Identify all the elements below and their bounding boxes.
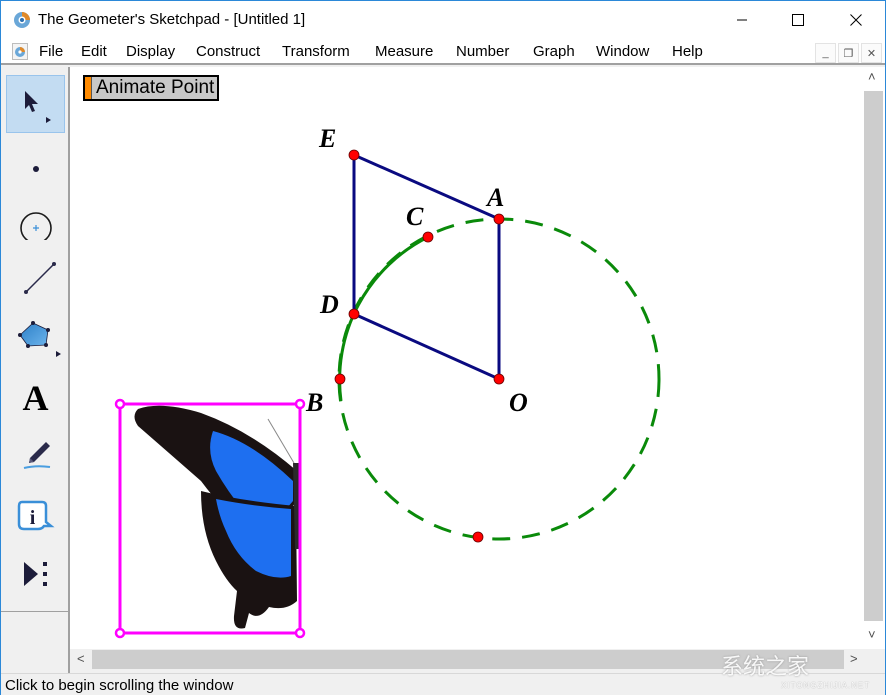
straightedge-tool[interactable] [6, 251, 65, 309]
label-A[interactable]: A [485, 183, 504, 212]
document-minimize-button[interactable]: _ [815, 43, 836, 63]
menu-number[interactable]: Number [456, 43, 509, 60]
menu-help[interactable]: Help [672, 43, 703, 60]
point-A[interactable] [493, 213, 505, 225]
sketch-canvas[interactable]: Animate Point E A C D B O [70, 67, 863, 649]
document-close-icon: ✕ [866, 47, 877, 60]
app-window: The Geometer's Sketchpad - [Untitled 1] … [0, 0, 886, 695]
information-tool[interactable]: i [6, 487, 65, 545]
document-restore-button[interactable]: ❐ [838, 43, 859, 63]
marker-tool[interactable] [6, 427, 65, 485]
scroll-up-icon[interactable]: ˄ [868, 69, 876, 84]
point-E[interactable] [348, 149, 360, 161]
geometry-drawing: E A C D B O [114, 124, 661, 639]
frame-corner-br[interactable] [294, 627, 306, 639]
maximize-button[interactable] [769, 1, 827, 39]
document-close-button[interactable]: ✕ [861, 43, 882, 63]
close-icon [850, 14, 862, 26]
document-minimize-icon: _ [822, 47, 829, 59]
segment-icon [23, 262, 56, 294]
menu-window[interactable]: Window [596, 43, 649, 60]
menu-bar: File Edit Display Construct Transform Me… [1, 39, 885, 65]
text-icon: A [22, 378, 49, 418]
point-C[interactable] [422, 231, 434, 243]
point-icon [32, 166, 39, 172]
scroll-right-icon[interactable]: > [850, 651, 858, 666]
label-O[interactable]: O [509, 388, 528, 417]
vertical-scroll-thumb[interactable] [864, 91, 883, 621]
arrow-cursor-icon [24, 91, 51, 123]
close-button[interactable] [827, 1, 885, 39]
menu-graph[interactable]: Graph [533, 43, 575, 60]
app-logo-icon [14, 12, 30, 28]
point-D[interactable] [348, 308, 360, 320]
label-B[interactable]: B [305, 388, 323, 417]
point-O[interactable] [493, 373, 505, 385]
document-icon[interactable] [12, 43, 28, 60]
scroll-left-icon[interactable]: < [77, 651, 85, 666]
minimize-button[interactable] [713, 1, 771, 39]
toolbox-separator [1, 611, 68, 612]
point-B[interactable] [334, 373, 346, 385]
watermark-logo: 系统之家 [721, 654, 810, 679]
point-on-circle[interactable] [472, 531, 484, 543]
frame-corner-bl[interactable] [114, 627, 126, 639]
vertical-scrollbar[interactable]: ˄ ˅ [863, 67, 885, 649]
toolbox: A i [1, 67, 70, 673]
information-icon: i [17, 500, 55, 531]
point-tool[interactable] [6, 133, 65, 191]
menu-display[interactable]: Display [126, 43, 175, 60]
watermark-url: XITONGZHIJIA.NET [781, 681, 871, 690]
frame-corner-tr[interactable] [294, 398, 306, 410]
title-bar: The Geometer's Sketchpad - [Untitled 1] [1, 1, 885, 39]
minimize-icon [737, 19, 747, 21]
selection-arrow-tool[interactable] [6, 75, 65, 133]
label-D[interactable]: D [319, 290, 339, 319]
label-C[interactable]: C [406, 202, 424, 231]
status-text: Click to begin scrolling the window [5, 677, 234, 694]
svg-text:i: i [29, 507, 35, 529]
text-tool[interactable]: A [6, 369, 65, 427]
marker-pen-icon [23, 442, 50, 469]
menu-measure[interactable]: Measure [375, 43, 433, 60]
label-E[interactable]: E [318, 124, 336, 153]
menu-edit[interactable]: Edit [81, 43, 107, 60]
polygon-icon [17, 321, 61, 357]
butterfly-picture[interactable] [134, 405, 300, 629]
custom-tool[interactable] [6, 545, 65, 603]
circle-icon [19, 212, 52, 240]
window-title: The Geometer's Sketchpad - [Untitled 1] [38, 11, 306, 28]
custom-tool-icon [23, 562, 47, 586]
menu-file[interactable]: File [39, 43, 63, 60]
compass-tool[interactable] [6, 191, 65, 249]
segment-EA[interactable] [353, 153, 500, 221]
menu-construct[interactable]: Construct [196, 43, 260, 60]
maximize-icon [792, 14, 804, 26]
document-restore-icon: ❐ [843, 47, 854, 60]
scroll-down-icon[interactable]: ˅ [868, 627, 876, 642]
frame-corner-tl[interactable] [114, 398, 126, 410]
menu-transform[interactable]: Transform [282, 43, 350, 60]
polygon-tool[interactable] [6, 309, 65, 367]
segment-DO[interactable] [353, 312, 500, 381]
